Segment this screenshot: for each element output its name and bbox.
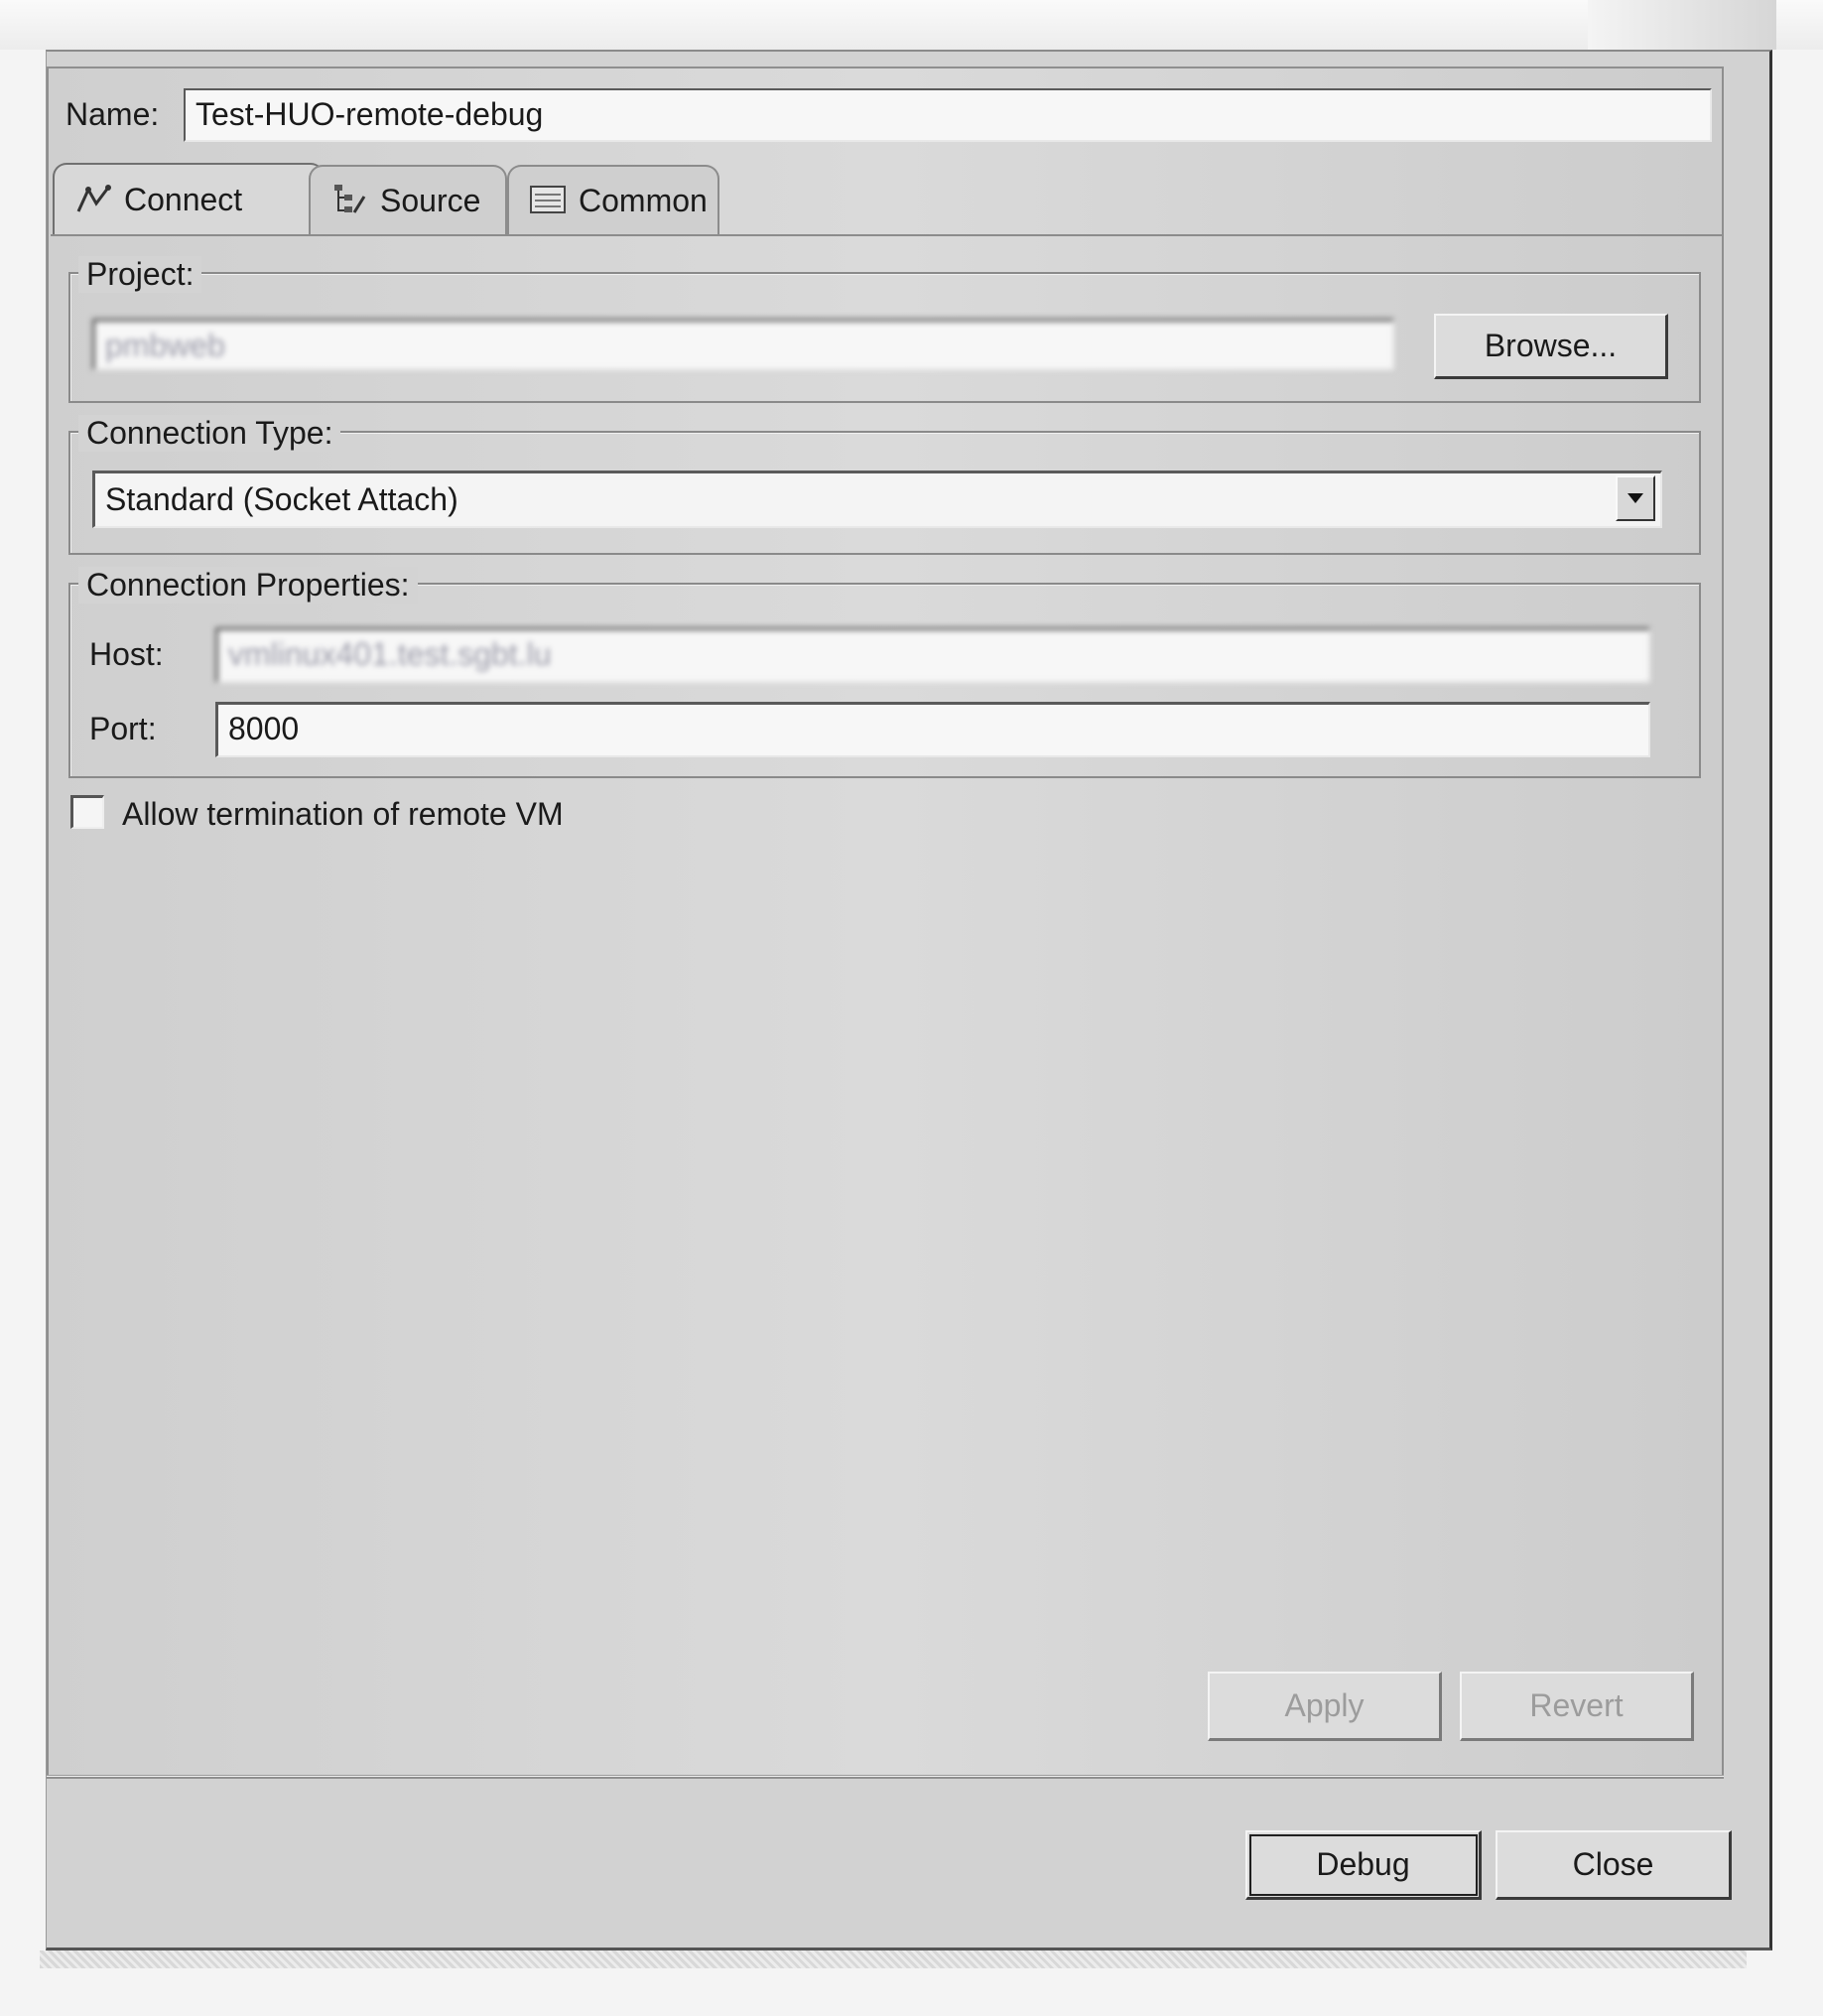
tab-common[interactable]: Common	[507, 165, 719, 234]
connection-type-group-title: Connection Type:	[78, 415, 341, 452]
dialog-separator	[47, 1775, 1724, 1777]
tab-connect[interactable]: Connect	[53, 163, 325, 234]
browse-button[interactable]: Browse...	[1434, 314, 1668, 379]
name-label: Name:	[65, 96, 160, 132]
port-label: Port:	[89, 711, 157, 746]
project-group-title: Project:	[78, 256, 202, 293]
tab-source-label: Source	[380, 182, 481, 218]
launch-configuration-dialog: Name: Test-HUO-remote-debug Connect Sour…	[46, 50, 1772, 1950]
configuration-panel: Name: Test-HUO-remote-debug Connect Sour…	[47, 67, 1724, 1779]
tab-baseline	[51, 234, 1722, 236]
connect-icon	[74, 182, 112, 217]
window-bottom-edge	[40, 1950, 1747, 1968]
close-button[interactable]: Close	[1496, 1830, 1732, 1900]
common-icon	[529, 183, 567, 218]
connection-properties-group-title: Connection Properties:	[78, 567, 418, 604]
revert-button[interactable]: Revert	[1460, 1672, 1694, 1741]
window-top-edge	[0, 0, 1823, 50]
port-field[interactable]: 8000	[215, 702, 1650, 757]
connection-type-select[interactable]: Standard (Socket Attach)	[92, 470, 1662, 528]
apply-button[interactable]: Apply	[1208, 1672, 1442, 1741]
allow-termination-checkbox[interactable]	[70, 795, 104, 829]
tab-source[interactable]: Source	[309, 165, 507, 234]
chevron-down-icon	[1628, 493, 1643, 503]
window-corner	[1588, 0, 1776, 50]
host-field[interactable]: vmlinux401.test.sgbt.lu	[215, 627, 1650, 683]
connection-type-value: Standard (Socket Attach)	[105, 481, 458, 517]
allow-termination-label: Allow termination of remote VM	[122, 796, 564, 832]
tab-common-label: Common	[579, 182, 708, 218]
tab-connect-label: Connect	[124, 181, 243, 217]
dropdown-toggle[interactable]	[1616, 475, 1655, 521]
host-label: Host:	[89, 636, 164, 672]
source-icon	[330, 183, 368, 218]
name-field[interactable]: Test-HUO-remote-debug	[184, 88, 1712, 142]
project-field[interactable]: pmbweb	[92, 319, 1394, 370]
debug-button[interactable]: Debug	[1245, 1830, 1482, 1900]
